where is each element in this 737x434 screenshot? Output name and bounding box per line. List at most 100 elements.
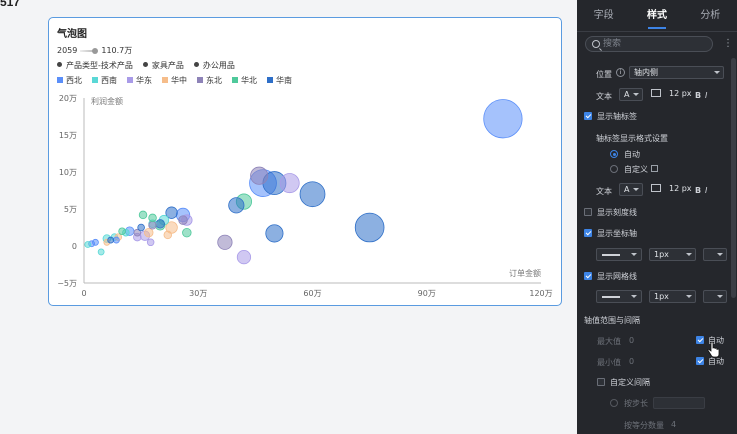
custom-format-label: 自定义: [624, 165, 648, 174]
data-bubble: [299, 181, 326, 208]
min-value: 0: [629, 357, 635, 366]
search-icon: [592, 40, 600, 48]
legend-square-icon: [267, 77, 273, 83]
data-bubble: [354, 212, 385, 243]
type-legend-item[interactable]: 家具产品: [142, 60, 184, 71]
region-legend-item[interactable]: 西南: [92, 75, 117, 86]
data-bubble: [228, 197, 245, 214]
y-tick-label: 5万: [64, 205, 77, 214]
bold-toggle[interactable]: B: [695, 91, 701, 100]
chevron-down-icon: [633, 188, 639, 191]
style-panel: 字段 样式 分析 ⋮ 位置 i 轴内侧 文本 A 12 px B I 显示轴标签…: [577, 0, 737, 434]
chevron-down-icon: [714, 71, 720, 74]
data-bubble: [84, 241, 92, 248]
range-label: 轴值范围与间隔: [584, 316, 640, 325]
legend-dot-icon: [57, 62, 62, 67]
text-color-select[interactable]: A: [619, 88, 643, 101]
show-axis-line-checkbox[interactable]: [584, 229, 592, 237]
region-legend-item[interactable]: 西北: [57, 75, 82, 86]
custom-interval-label: 自定义间隔: [610, 378, 650, 387]
auto-format-radio[interactable]: [610, 150, 618, 158]
max-auto-checkbox[interactable]: [696, 336, 704, 344]
min-label: 最小值: [597, 358, 621, 367]
data-bubble: [118, 227, 126, 235]
show-tick-checkbox[interactable]: [584, 208, 592, 216]
legend-dot-icon: [193, 62, 199, 67]
x-tick-label: 90万: [418, 289, 436, 298]
bubble-chart-card[interactable]: 气泡图 2059 110.7万 产品类型-技术产品 家具产品 办公用品 西北 西南…: [48, 17, 562, 306]
grid-line-style-select[interactable]: [596, 290, 642, 303]
data-bubble: [217, 234, 233, 250]
equal-value: 4: [671, 420, 677, 429]
data-bubble: [483, 99, 523, 139]
x-axis-title: 订单金额: [509, 268, 541, 278]
data-bubble: [112, 236, 120, 244]
chart-title: 气泡图: [57, 29, 87, 40]
legend-square-icon: [92, 77, 98, 83]
min-auto-checkbox[interactable]: [696, 357, 704, 365]
x-tick-label: 30万: [189, 289, 207, 298]
custom-interval-checkbox[interactable]: [597, 378, 605, 386]
max-value: 0: [629, 336, 635, 345]
data-bubble: [163, 230, 173, 240]
tab-analysis[interactable]: 分析: [684, 0, 737, 31]
region-legend-item[interactable]: 华南: [267, 75, 292, 86]
data-bubble: [146, 238, 155, 247]
axis-line-width-select[interactable]: 1px: [649, 248, 696, 261]
x-tick-label: 120万: [529, 289, 552, 298]
tab-fields[interactable]: 字段: [577, 0, 630, 31]
page-number-corner: 517: [0, 0, 21, 9]
custom-format-radio[interactable]: [610, 165, 618, 173]
bubble-plot: 20万 15万 10万 5万 0 −5万 0 30万 60万 90万 120万 利润金额订单金额: [57, 94, 552, 298]
show-axis-label-checkbox[interactable]: [584, 112, 592, 120]
more-options-icon[interactable]: ⋮: [723, 38, 733, 50]
type-legend-item[interactable]: 办公用品: [193, 60, 235, 71]
chevron-down-icon: [686, 295, 692, 298]
data-bubble: [107, 236, 115, 244]
step-input[interactable]: [653, 397, 705, 409]
y-tick-label: 10万: [59, 168, 77, 177]
axis-line-color-select[interactable]: [703, 248, 727, 261]
data-bubble: [250, 166, 269, 185]
grid-line-width-select[interactable]: 1px: [649, 290, 696, 303]
y-tick-label: 0: [72, 242, 77, 251]
legend-square-icon: [197, 77, 203, 83]
x-tick-label: 60万: [303, 289, 321, 298]
font-size-input[interactable]: 12 px: [665, 88, 692, 101]
region-legend-item[interactable]: 华东: [127, 75, 152, 86]
info-icon[interactable]: i: [616, 68, 625, 77]
text-color-select-2[interactable]: A: [619, 183, 643, 196]
search-input[interactable]: [603, 38, 703, 50]
panel-tabs: 字段 样式 分析: [577, 0, 737, 32]
region-legend-item[interactable]: 华北: [232, 75, 257, 86]
show-tick-label: 显示刻度线: [597, 208, 637, 217]
position-select[interactable]: 轴内侧: [629, 66, 724, 79]
y-axis-title: 利润金额: [91, 96, 123, 106]
axis-line-style-select[interactable]: [596, 248, 642, 261]
italic-toggle[interactable]: I: [705, 91, 707, 100]
edit-icon[interactable]: [651, 165, 658, 172]
size-legend-bar-icon: [80, 47, 99, 54]
step-radio[interactable]: [610, 399, 618, 407]
tab-style[interactable]: 样式: [630, 0, 683, 31]
search-box[interactable]: [585, 36, 713, 52]
panel-scrollbar[interactable]: [731, 58, 736, 298]
bold-toggle-2[interactable]: B: [695, 186, 701, 195]
region-legend-item[interactable]: 东北: [197, 75, 222, 86]
region-legend-item[interactable]: 华中: [162, 75, 187, 86]
show-grid-checkbox[interactable]: [584, 272, 592, 280]
font-size-input-2[interactable]: 12 px: [665, 183, 692, 196]
legend-square-icon: [57, 77, 63, 83]
type-legend-item[interactable]: 产品类型-技术产品: [57, 60, 133, 71]
max-label: 最大值: [597, 337, 621, 346]
grid-line-color-select[interactable]: [703, 290, 727, 303]
step-label: 按步长: [624, 399, 648, 408]
data-bubble: [144, 227, 154, 238]
y-tick-label: 15万: [59, 131, 77, 140]
data-bubble: [138, 210, 148, 220]
italic-toggle-2[interactable]: I: [705, 186, 707, 195]
equal-label: 按等分数量: [624, 421, 664, 430]
chevron-down-icon: [717, 295, 723, 298]
size-legend-max: 110.7万: [101, 46, 133, 55]
chevron-down-icon: [633, 93, 639, 96]
